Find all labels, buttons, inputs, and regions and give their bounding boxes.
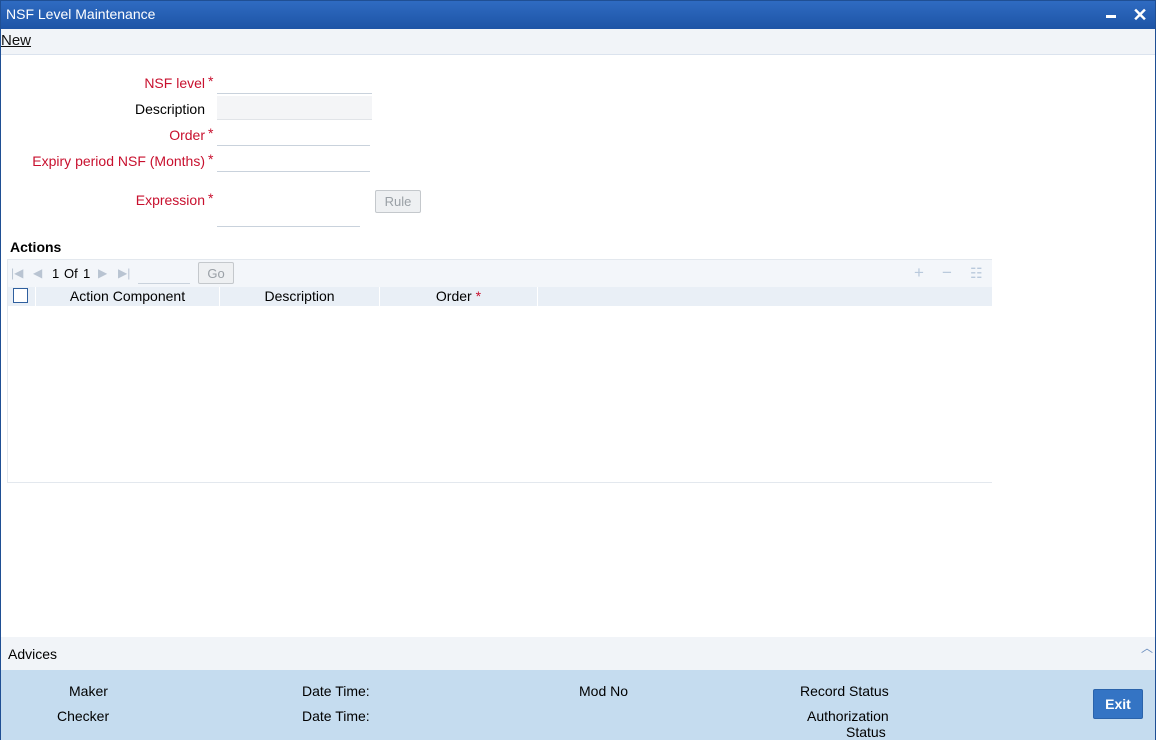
expression-field[interactable] [217, 195, 360, 227]
page-of-label: Of [64, 266, 78, 281]
select-all-checkbox[interactable] [13, 288, 28, 303]
nsf-level-label: NSF level [144, 75, 205, 91]
maker-label: Maker [69, 683, 108, 699]
select-all-column [8, 287, 36, 306]
next-page-icon[interactable]: ▶ [98, 266, 107, 280]
go-button[interactable]: Go [198, 262, 234, 284]
grid-toolbar: |◀ ◀ 1 Of 1 ▶ ▶| Go + − ☷ [8, 260, 992, 287]
audit-footer: Maker Checker Date Time: Date Time: Mod … [1, 670, 1155, 740]
authorization-status-label-line2: Status [846, 724, 886, 740]
rule-button[interactable]: Rule [375, 190, 421, 213]
last-page-icon[interactable]: ▶| [118, 266, 130, 280]
order-field[interactable] [217, 122, 370, 146]
checker-label: Checker [57, 708, 110, 724]
minimize-icon[interactable] [1101, 5, 1121, 25]
page-current: 1 [52, 266, 60, 281]
column-header-action-component[interactable]: Action Component [36, 287, 220, 306]
description-label: Description [134, 101, 205, 117]
expiry-period-label: Expiry period NSF (Months) [32, 153, 205, 169]
previous-page-icon[interactable]: ◀ [33, 266, 42, 280]
required-marker: * [208, 125, 214, 141]
single-view-icon[interactable]: ☷ [970, 265, 983, 282]
order-label: Order [169, 127, 205, 143]
nsf-level-maintenance-window: NSF Level Maintenance ✕ New NSF level * … [0, 0, 1156, 740]
page-number-input[interactable] [138, 263, 190, 284]
advices-label[interactable]: Advices [8, 646, 57, 662]
new-link[interactable]: New [1, 32, 31, 49]
checker-date-time-label: Date Time: [302, 708, 370, 724]
chevron-up-icon[interactable]: ︿ [1141, 639, 1153, 656]
page-total: 1 [83, 266, 91, 281]
title-bar: NSF Level Maintenance ✕ [1, 1, 1155, 29]
maker-date-time-label: Date Time: [302, 683, 370, 699]
column-header-description[interactable]: Description [220, 287, 380, 306]
actions-grid: |◀ ◀ 1 Of 1 ▶ ▶| Go + − ☷ Action Compone… [7, 259, 992, 483]
description-field[interactable] [217, 96, 372, 120]
required-marker: * [208, 151, 214, 167]
column-header-order[interactable]: Order * [380, 287, 538, 306]
exit-button[interactable]: Exit [1093, 689, 1143, 719]
window-title: NSF Level Maintenance [6, 6, 156, 22]
expression-label: Expression [135, 192, 205, 208]
actions-section-title: Actions [10, 239, 62, 255]
delete-row-icon[interactable]: − [942, 263, 952, 283]
advices-bar: Advices ︿ [1, 637, 1155, 670]
grid-header: Action Component Description Order * [8, 287, 992, 306]
column-header-order-label: Order [435, 288, 472, 304]
expiry-period-field[interactable] [217, 148, 370, 172]
close-icon[interactable]: ✕ [1130, 5, 1150, 25]
add-row-icon[interactable]: + [914, 263, 924, 283]
first-page-icon[interactable]: |◀ [11, 266, 23, 280]
required-marker: * [208, 73, 214, 89]
toolbar: New [1, 29, 1155, 55]
required-marker: * [208, 190, 214, 206]
record-status-label: Record Status [800, 683, 889, 699]
nsf-level-field[interactable] [217, 70, 372, 94]
authorization-status-label-line1: Authorization [807, 708, 889, 724]
mod-no-label: Mod No [579, 683, 629, 699]
required-marker: * [475, 288, 482, 304]
